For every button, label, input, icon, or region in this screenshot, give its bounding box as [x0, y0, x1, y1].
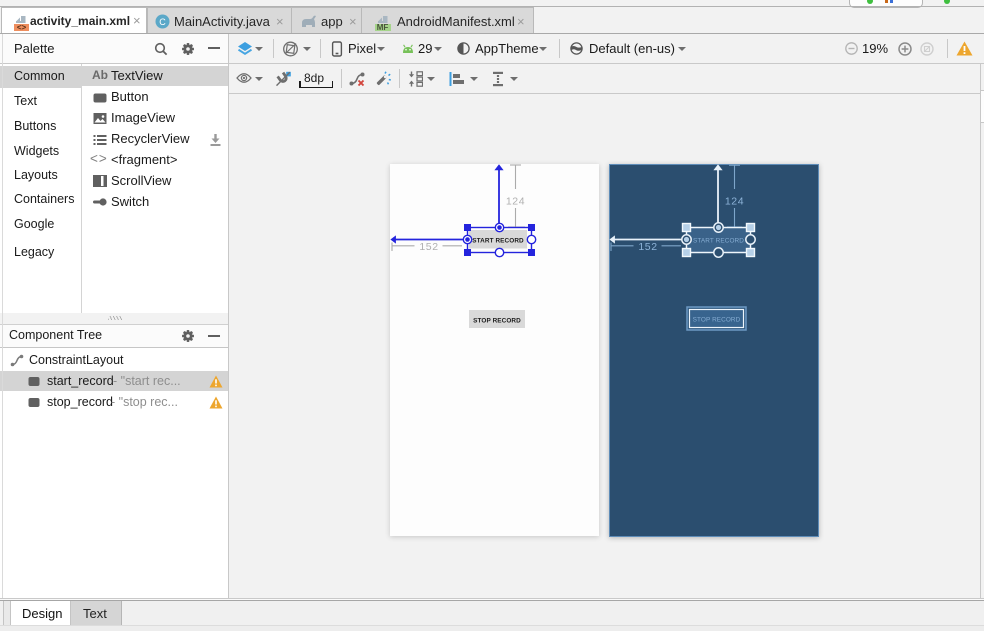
- svg-text:124: 124: [725, 196, 744, 208]
- svg-text:152: 152: [638, 241, 657, 253]
- svg-text:C: C: [159, 17, 166, 27]
- svg-text:124: 124: [506, 196, 525, 208]
- svg-text:<>: <>: [17, 23, 27, 31]
- svg-text:STOP RECORD: STOP RECORD: [473, 318, 521, 325]
- svg-text:152: 152: [419, 241, 438, 253]
- svg-text:MF: MF: [377, 23, 389, 31]
- svg-text:STOP RECORD: STOP RECORD: [693, 317, 741, 324]
- svg-text:START RECORD: START RECORD: [693, 238, 744, 245]
- svg-text:START RECORD: START RECORD: [472, 238, 524, 245]
